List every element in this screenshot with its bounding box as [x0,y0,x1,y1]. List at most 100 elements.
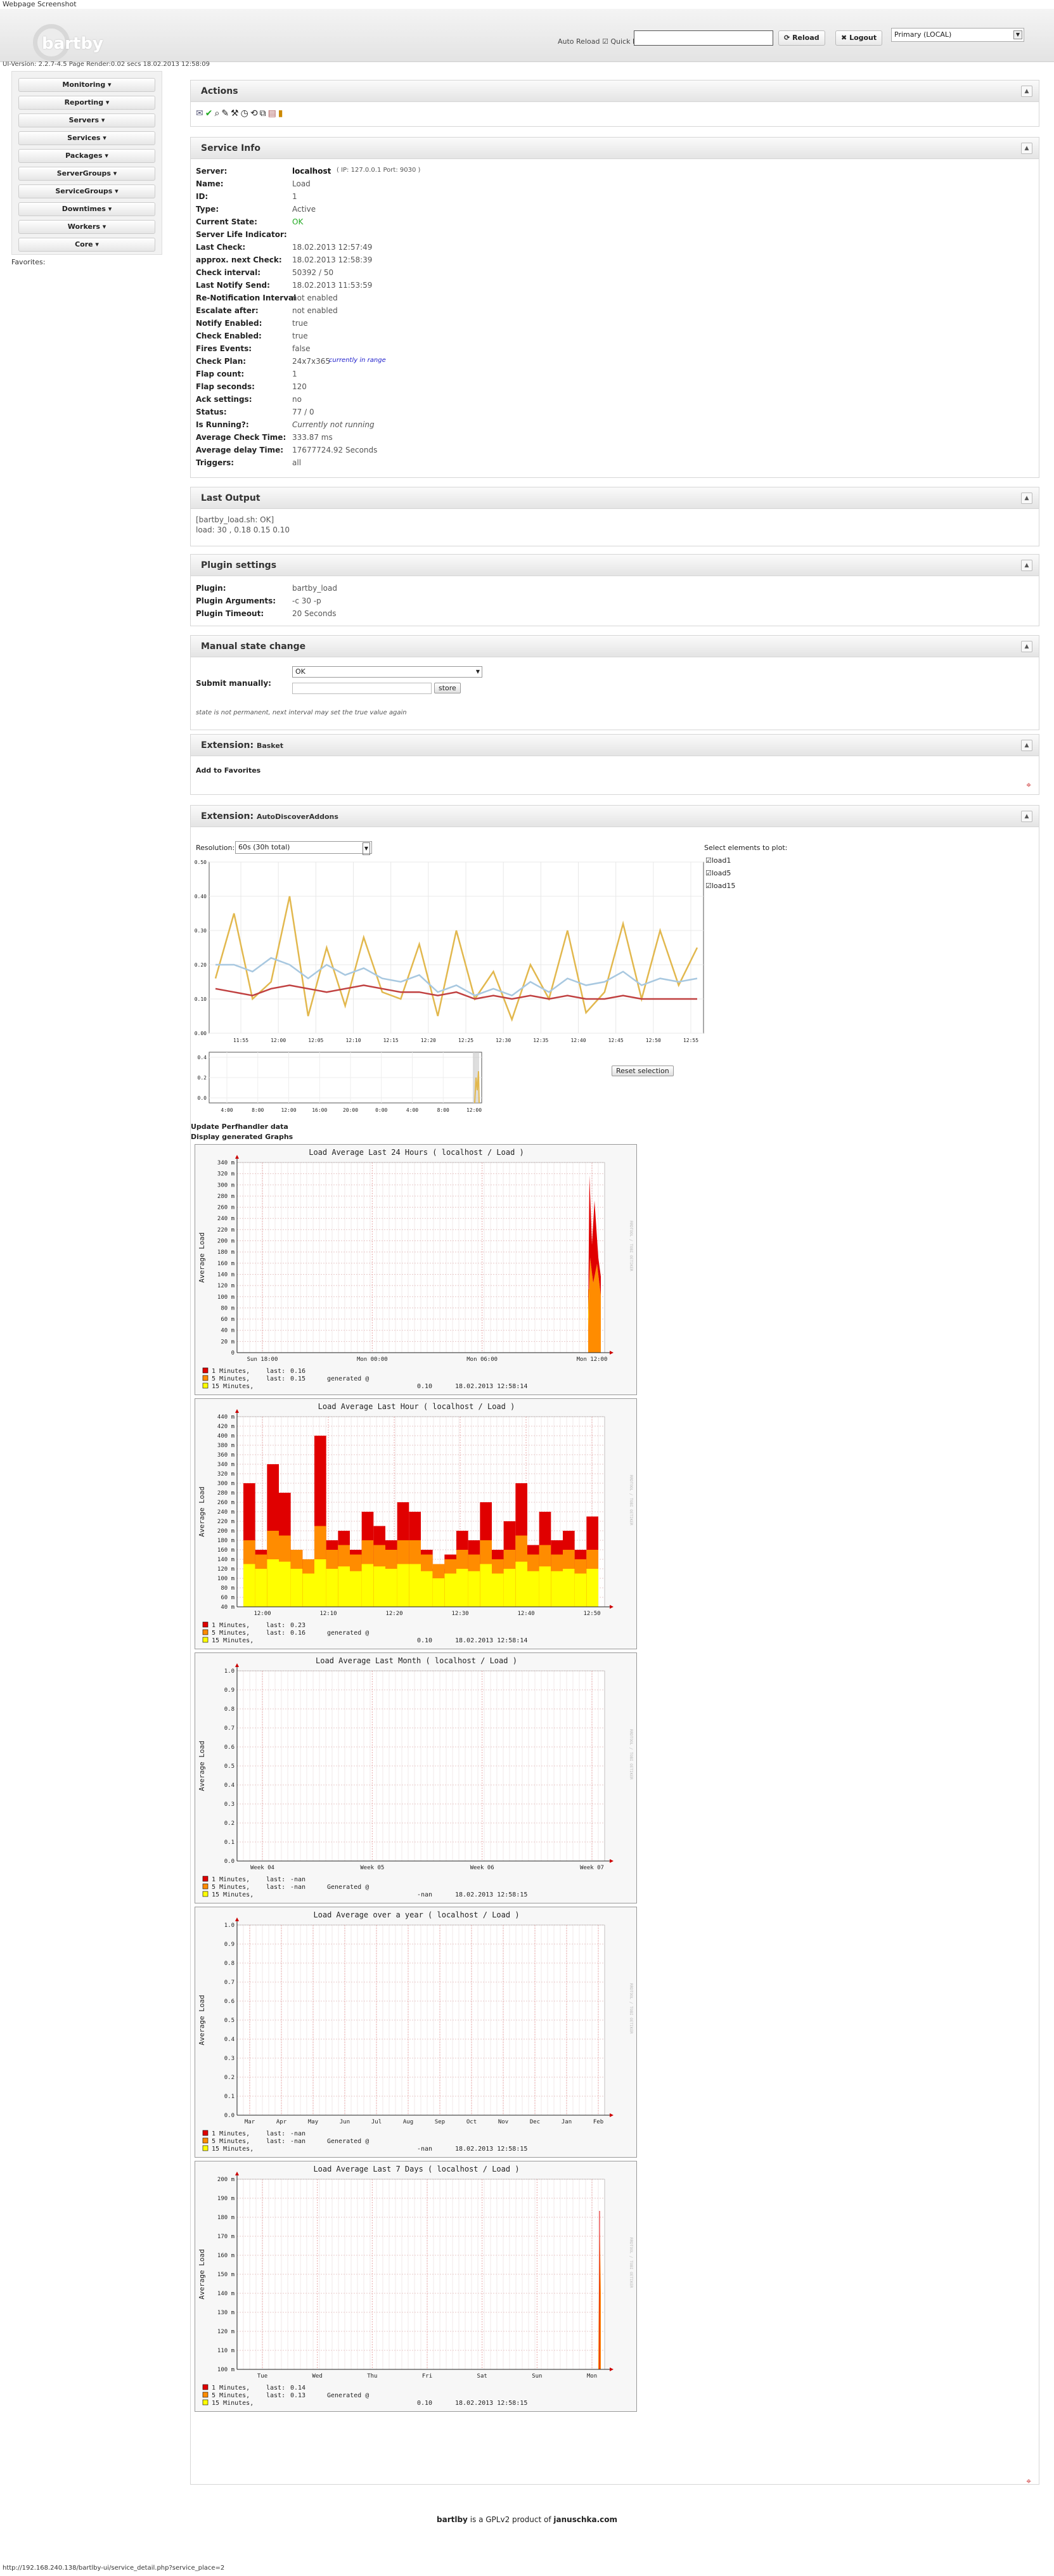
info-row: Current State: OK [196,217,639,228]
x-tick-label: 12:35 [533,1038,548,1043]
timestamp: 18.02.2013 12:58:15 [455,2400,527,2407]
info-row: Ack settings: no [196,395,639,405]
y-tick-label: 190 m [217,2196,235,2202]
nav-item-servergroups[interactable]: ServerGroups ▾ [18,167,155,181]
bar-15m [290,1569,303,1607]
y-tick-label: 170 m [217,2234,235,2240]
nav-item-reporting[interactable]: Reporting ▾ [18,96,155,110]
store-button[interactable]: store [434,683,461,693]
x-tick-label: Sat [477,2373,487,2380]
y-tick-label: 160 m [217,1547,235,1554]
nav-item-servers[interactable]: Servers ▾ [18,113,155,127]
quick-search-input[interactable] [634,30,773,46]
x-tick-label: 12:00 [254,1611,271,1617]
update-perfhandler-link[interactable]: Update Perfhandler data [191,1123,288,1131]
y-axis-arrow [235,1917,239,1921]
manual-output-input[interactable] [292,683,432,694]
info-value: true [292,319,308,328]
check-icon[interactable]: ✔ [205,108,215,119]
reload-button[interactable]: ⟳ Reload [778,30,825,46]
y-axis-arrow [235,1663,239,1667]
state-select[interactable]: OK ▼ [292,666,482,678]
display-graphs-link[interactable]: Display generated Graphs [191,1133,293,1141]
info-value: 24x7x365 [292,357,331,366]
version-line: UI-Version: 2.2.7-4.5 Page Render:0.02 s… [3,61,210,68]
report-icon[interactable]: ▤ [268,108,278,119]
collapse-toggle[interactable]: ▲ [1021,740,1032,751]
bar-15m [243,1564,255,1607]
resolution-select[interactable]: 60s (30h total) ▼ [235,841,372,855]
search-icon[interactable]: ⌕ [214,108,221,119]
load-chart[interactable]: 0.00 0.10 0.20 0.30 0.40 0.50 11:55 12:00 12:05 1… [190,856,710,1122]
legend-label: 5 Minutes, [212,2392,250,2399]
y-tick-label: 150 m [217,2272,235,2278]
comment-icon[interactable]: ✎ [221,108,231,119]
info-key: Notify Enabled: [196,319,262,328]
info-row: Escalate after: not enabled [196,306,639,316]
bar-15m [421,1571,433,1607]
nav-item-core[interactable]: Core ▾ [18,238,155,252]
x-tick-label: Week 06 [470,1865,494,1871]
wrench-icon[interactable]: ⚒ [231,108,241,119]
nav-item-downtimes[interactable]: Downtimes ▾ [18,202,155,216]
collapse-toggle[interactable]: ▲ [1021,560,1032,571]
y-tick-label: 60 m [221,1317,235,1323]
plugin-row: Plugin: bartby_load [196,584,639,594]
collapse-toggle[interactable]: ▲ [1021,811,1032,822]
logout-button[interactable]: ✖ Logout [835,30,883,46]
mail-icon[interactable]: ✉ [196,108,205,119]
chart-icon[interactable]: ▮ [278,108,285,119]
basket-icon[interactable]: ⌖ [1026,2476,1031,2487]
info-row: Check Enabled: true [196,332,639,342]
info-row: approx. next Check: 18.02.2013 12:58:39 [196,255,639,266]
legend-label: 1 Minutes, [212,2385,250,2392]
nav-item-packages[interactable]: Packages ▾ [18,149,155,163]
legend-swatch [202,1637,209,1643]
nav-item-workers[interactable]: Workers ▾ [18,220,155,234]
legend-last-label: last: [266,1375,285,1382]
x-tick-label: Mon 00:00 [357,1356,388,1363]
author-link[interactable]: januschka.com [553,2515,617,2524]
info-key: Triggers: [196,458,235,467]
y-tick-label: 1.0 [224,1668,235,1675]
y-tick-label: 0 [231,1350,235,1356]
info-value: Load [292,179,311,188]
y-tick-label: 0.2 [224,1820,235,1827]
window-title: Webpage Screenshot [0,0,1054,9]
copy-icon[interactable]: ⧉ [260,108,268,119]
bar-15m [527,1571,539,1607]
nav-item-services[interactable]: Services ▾ [18,131,155,145]
sidebar-nav: Monitoring ▾ Reporting ▾ Servers ▾ Services… [11,71,162,255]
clock-icon[interactable]: ◷ [241,108,250,119]
chevron-down-icon: ▼ [1013,30,1022,39]
x-tick-label: 12:50 [583,1611,600,1617]
auto-reload[interactable]: Auto Reload ☑ Quick Ise [558,37,643,46]
x-tick-label: Dec [530,2119,540,2125]
auto-reload-checkbox[interactable]: ☑ [602,37,608,46]
x-tick-label: 12:30 [451,1611,468,1617]
submit-manually-label: Submit manually: [196,679,271,688]
x-axis-arrow [610,1859,614,1863]
y-tick-label: 40 m [221,1328,235,1334]
basket-icon[interactable]: ⌖ [1026,780,1031,790]
collapse-toggle[interactable]: ▲ [1021,493,1032,504]
collapse-toggle[interactable]: ▲ [1021,143,1032,154]
x-tick-label: Oct [466,2119,477,2125]
info-value: not enabled [292,293,338,302]
bar-15m [444,1573,456,1607]
element-checkbox-load15[interactable]: ☑load15 [705,882,735,890]
graph-7days: Load Average Last 7 Days ( localhost / L… [195,2161,637,2412]
legend-last-label: last: [266,1622,285,1629]
x-tick-label: 12:05 [308,1038,323,1043]
add-favorites-link[interactable]: Add to Favorites [196,766,260,775]
collapse-toggle[interactable]: ▲ [1021,641,1032,652]
server-select[interactable]: Primary (LOCAL) ▼ [891,28,1024,42]
legend-last-value: -nan [290,1884,305,1891]
y-tick-label: 80 m [221,1305,235,1311]
history-icon[interactable]: ⟲ [250,108,260,119]
collapse-toggle[interactable]: ▲ [1021,86,1032,97]
nav-item-servicegroups[interactable]: ServiceGroups ▾ [18,184,155,198]
nav-item-monitoring[interactable]: Monitoring ▾ [18,78,155,92]
legend-label: 15 Minutes, [212,2400,254,2407]
logo[interactable]: bartby [33,24,103,62]
